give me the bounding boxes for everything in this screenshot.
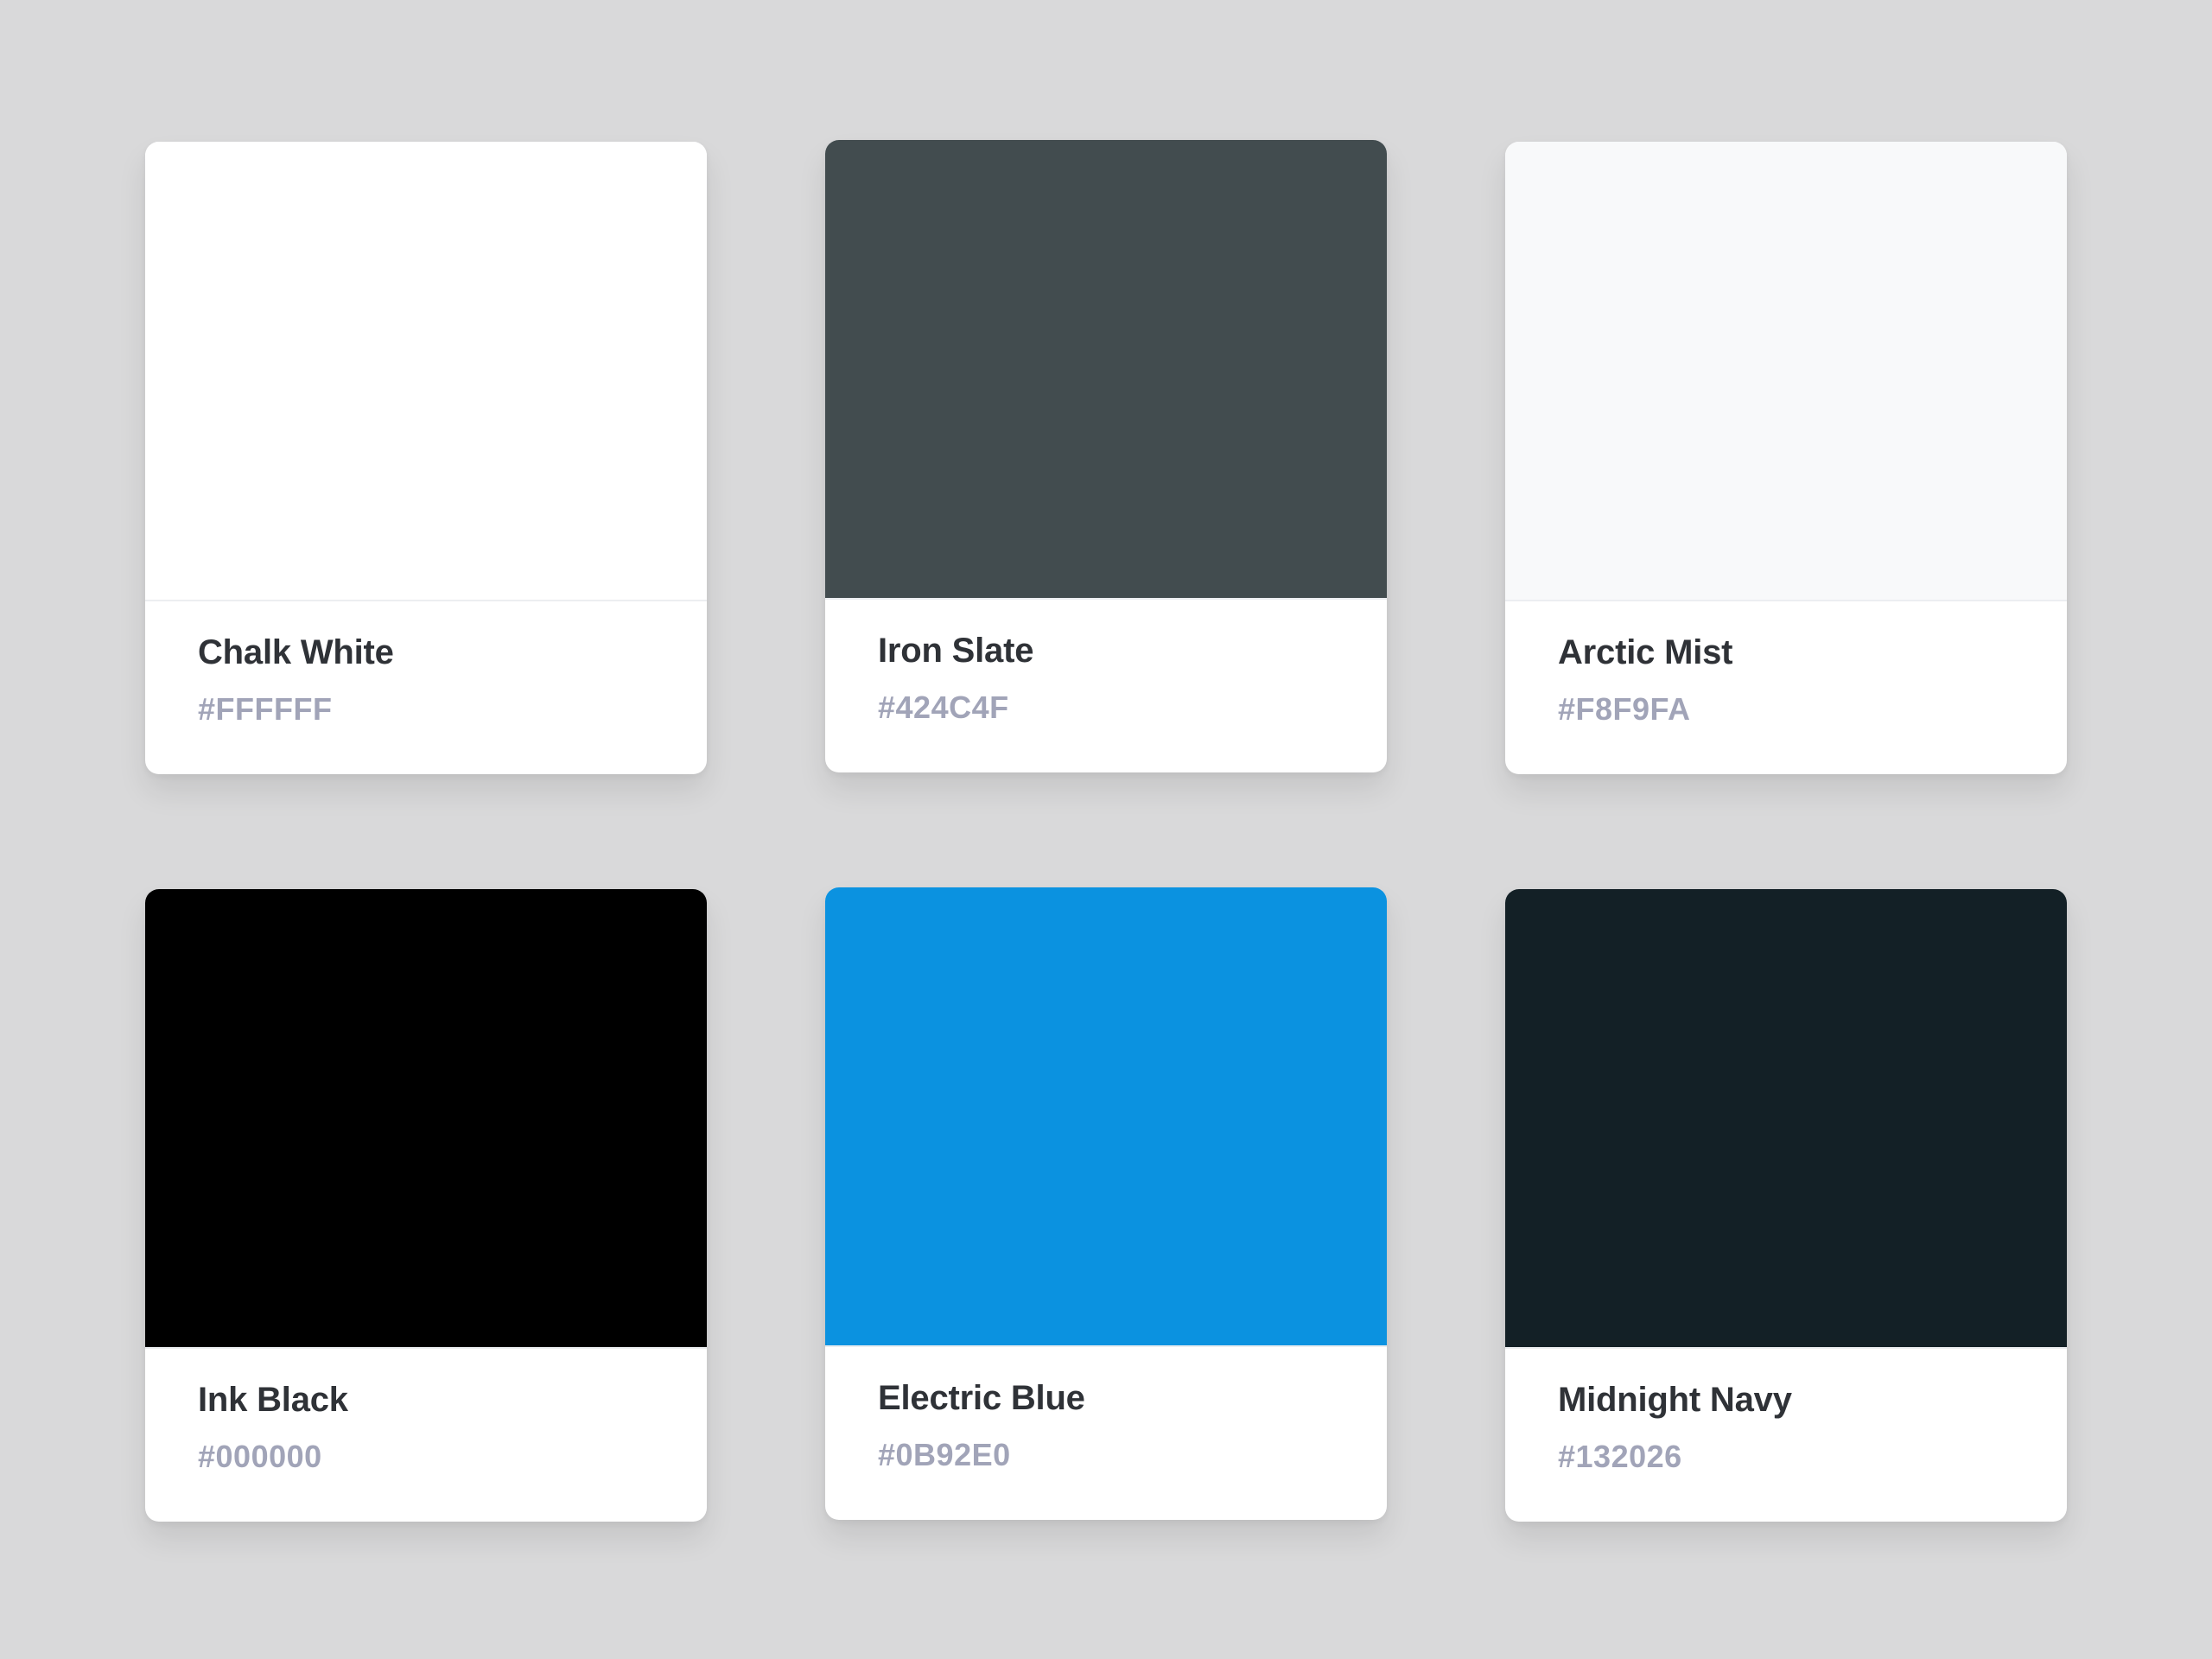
color-name: Arctic Mist [1558,633,1733,671]
color-swatch [145,142,707,601]
color-card-ink-black[interactable]: Ink Black #000000 [145,889,707,1522]
color-info: Ink Black #000000 [145,1349,707,1522]
color-hex-code: #000000 [198,1439,322,1474]
color-swatch [1505,889,2067,1349]
color-name: Chalk White [198,633,394,671]
color-swatch [145,889,707,1349]
color-hex-code: #FFFFFF [198,691,333,727]
color-hex-code: #424C4F [878,690,1009,725]
color-info: Arctic Mist #F8F9FA [1505,601,2067,774]
color-card-iron-slate[interactable]: Iron Slate #424C4F [825,140,1387,772]
color-card-midnight-navy[interactable]: Midnight Navy #132026 [1505,889,2067,1522]
color-name: Midnight Navy [1558,1381,1792,1419]
color-swatch [1505,142,2067,601]
color-info: Midnight Navy #132026 [1505,1349,2067,1522]
color-hex-code: #132026 [1558,1439,1682,1474]
color-name: Ink Black [198,1381,348,1419]
color-swatch [825,887,1387,1347]
color-hex-code: #0B92E0 [878,1437,1011,1472]
color-card-chalk-white[interactable]: Chalk White #FFFFFF [145,142,707,774]
color-card-arctic-mist[interactable]: Arctic Mist #F8F9FA [1505,142,2067,774]
color-info: Chalk White #FFFFFF [145,601,707,774]
color-palette-grid: Chalk White #FFFFFF Iron Slate #424C4F A… [0,0,2212,1659]
color-info: Electric Blue #0B92E0 [825,1347,1387,1520]
color-info: Iron Slate #424C4F [825,600,1387,772]
color-hex-code: #F8F9FA [1558,691,1691,727]
color-name: Iron Slate [878,632,1034,670]
color-name: Electric Blue [878,1379,1085,1417]
color-swatch [825,140,1387,600]
color-card-electric-blue[interactable]: Electric Blue #0B92E0 [825,887,1387,1520]
